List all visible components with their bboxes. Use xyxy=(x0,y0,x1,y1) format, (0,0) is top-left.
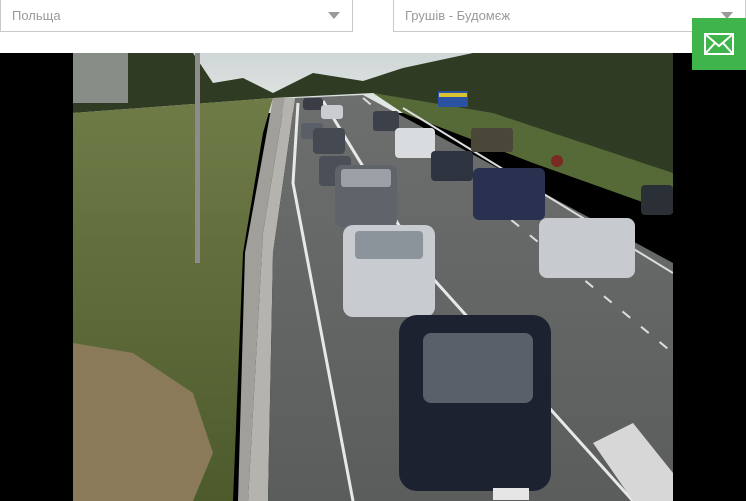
camera-view xyxy=(0,53,746,501)
chevron-down-icon[interactable] xyxy=(328,12,340,19)
border-crossing-scene xyxy=(73,53,673,501)
checkpoint-select-value: Грушів - Будомєж xyxy=(405,8,511,23)
country-select-value: Польща xyxy=(12,8,61,23)
contact-button[interactable] xyxy=(692,18,746,70)
camera-feed-image xyxy=(73,53,673,501)
envelope-icon xyxy=(704,33,734,55)
country-select[interactable]: Польща xyxy=(0,0,353,32)
filter-bar: Польща Грушів - Будомєж xyxy=(0,0,746,52)
